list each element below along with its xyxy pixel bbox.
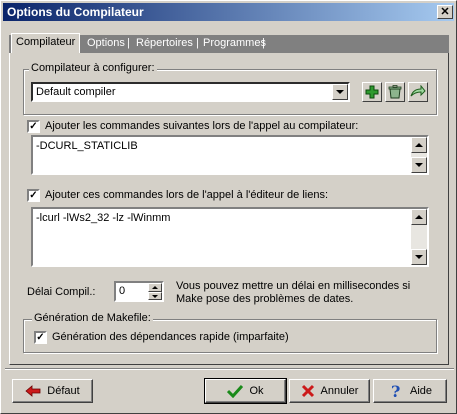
scroll-down-icon[interactable] — [411, 249, 427, 265]
delay-label: Délai Compil.: — [27, 286, 96, 298]
spin-up-icon[interactable] — [148, 283, 162, 292]
tab-label: Programmes — [203, 37, 266, 49]
linker-commands-checkbox[interactable]: ✓ — [27, 189, 40, 202]
rename-compiler-button[interactable] — [408, 82, 428, 102]
compiler-commands-label: Ajouter les commandes suivantes lors de … — [45, 120, 359, 132]
tab-separator: | — [262, 37, 265, 49]
help-button-label: Aide — [409, 385, 433, 397]
chevron-down-icon[interactable] — [332, 84, 348, 100]
trash-icon — [388, 85, 402, 99]
plus-icon — [365, 85, 379, 99]
scroll-up-icon[interactable] — [411, 209, 427, 225]
compiler-commands-text: -DCURL_STATICLIB — [36, 140, 138, 152]
title-bar[interactable]: Options du Compilateur ✕ — [3, 3, 454, 21]
tab-label: Options — [87, 37, 125, 49]
close-button[interactable]: ✕ — [437, 5, 453, 19]
linker-commands-label: Ajouter ces commandes lors de l'appel à … — [45, 189, 329, 201]
window-title: Options du Compilateur — [7, 5, 144, 19]
compiler-select[interactable]: Default compiler — [31, 82, 350, 102]
arrow-left-icon — [25, 385, 41, 397]
compiler-commands-checkbox[interactable]: ✓ — [27, 120, 40, 133]
makefile-group-label: Génération de Makefile: — [32, 312, 153, 324]
delay-spinner[interactable]: 0 — [114, 281, 164, 302]
ok-button-label: Ok — [249, 385, 264, 397]
close-icon: ✕ — [440, 5, 450, 18]
tab-separator: | — [127, 37, 130, 49]
arrow-icon — [410, 85, 426, 97]
compiler-group-label: Compilateur à configurer: — [29, 62, 157, 74]
scroll-up-icon[interactable] — [411, 137, 427, 153]
help-icon: ? — [391, 383, 400, 399]
linker-commands-text: -lcurl -lWs2_32 -lz -lWinmm — [36, 212, 171, 224]
checkmark-icon — [227, 384, 244, 398]
delay-hint-line2: Make pose des problèmes de dates. — [176, 293, 354, 305]
default-button[interactable]: Défaut — [12, 379, 93, 403]
linker-commands-textarea[interactable]: -lcurl -lWs2_32 -lz -lWinmm — [31, 207, 429, 267]
default-button-label: Défaut — [47, 385, 80, 397]
add-compiler-button[interactable] — [362, 82, 382, 102]
scrollbar[interactable] — [411, 209, 427, 265]
tab-compilateur[interactable]: Compilateur — [11, 33, 81, 53]
fast-dependencies-label: Génération des dépendances rapide (impar… — [52, 331, 289, 343]
spin-down-icon[interactable] — [148, 292, 162, 300]
tab-label: Répertoires — [136, 37, 193, 49]
delete-compiler-button[interactable] — [385, 82, 405, 102]
cancel-button-label: Annuler — [320, 385, 359, 397]
footer-divider — [5, 368, 454, 370]
compiler-commands-textarea[interactable]: -DCURL_STATICLIB — [31, 135, 429, 175]
tab-options[interactable]: Options — [87, 36, 125, 52]
compiler-select-value: Default compiler — [36, 86, 116, 98]
tab-separator: | — [196, 37, 199, 49]
ok-button[interactable]: Ok — [204, 378, 287, 404]
scrollbar[interactable] — [411, 137, 427, 173]
help-button[interactable]: ? Aide — [373, 379, 447, 403]
x-icon — [301, 384, 314, 398]
tab-repertoires[interactable]: Répertoires — [136, 36, 193, 52]
cancel-button[interactable]: Annuler — [289, 379, 370, 403]
tab-strip: Compilateur Options | Répertoires | Prog… — [9, 33, 449, 53]
scroll-down-icon[interactable] — [411, 157, 427, 173]
svg-text:?: ? — [391, 383, 400, 399]
dialog-window: Options du Compilateur ✕ Compilateur Opt… — [0, 0, 457, 414]
delay-value: 0 — [119, 285, 126, 297]
tab-programmes[interactable]: Programmes — [203, 36, 266, 52]
fast-dependencies-checkbox[interactable]: ✓ — [34, 331, 47, 344]
tab-panel: Compilateur à configurer: Default compil… — [9, 53, 449, 365]
tab-label: Compilateur — [16, 36, 76, 48]
spin-buttons — [148, 283, 162, 300]
delay-hint-line1: Vous pouvez mettre un délai en milliseco… — [176, 280, 411, 292]
